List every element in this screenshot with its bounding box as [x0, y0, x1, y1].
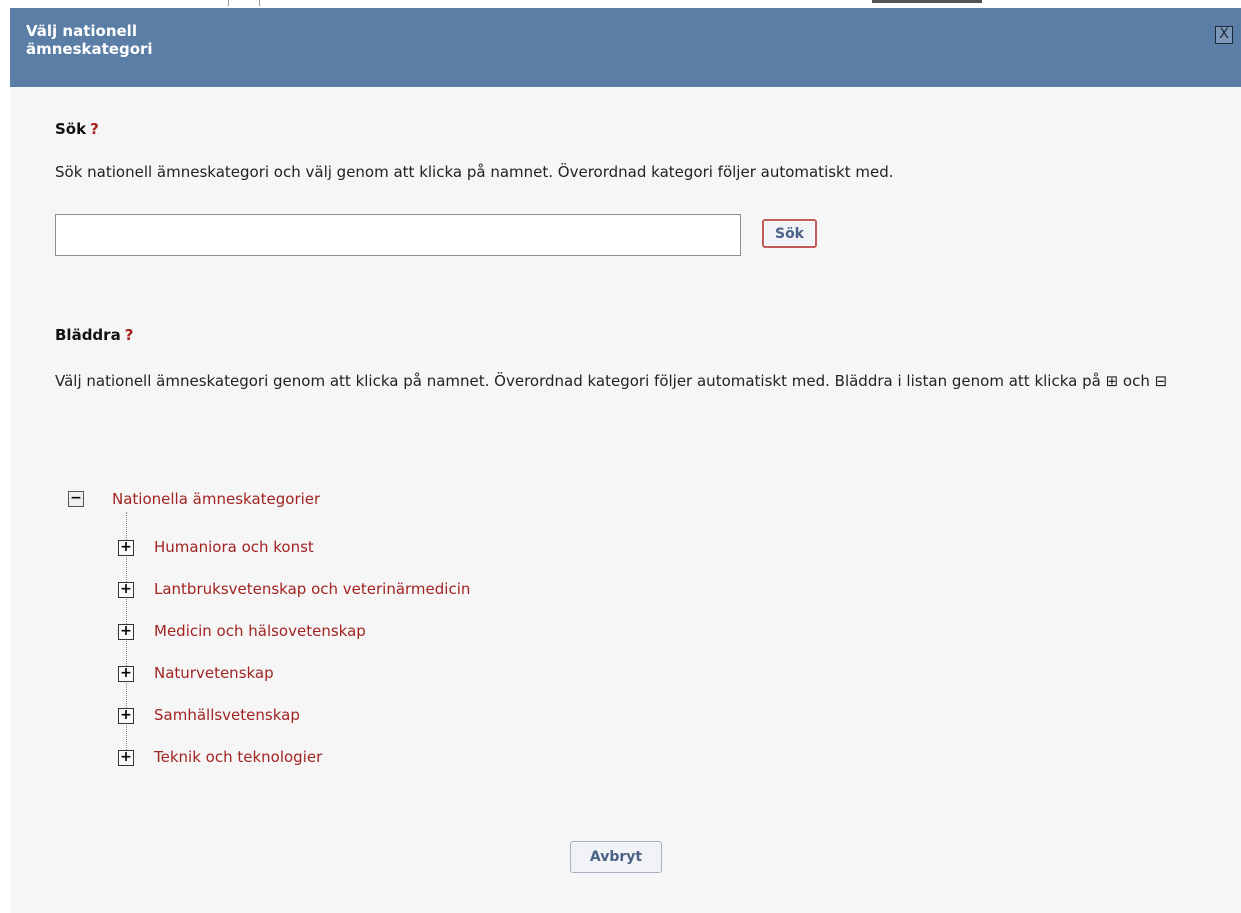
search-button[interactable]: Sök — [762, 219, 817, 248]
tree-item: + Naturvetenskap — [118, 663, 718, 685]
expand-icon[interactable]: + — [118, 750, 134, 766]
close-icon[interactable]: X — [1215, 26, 1233, 44]
search-help-icon[interactable]: ? — [90, 120, 99, 138]
tree-item-link[interactable]: Samhällsvetenskap — [154, 706, 300, 724]
dialog-title: Välj nationell ämneskategori — [26, 22, 153, 58]
tree-item: + Medicin och hälsovetenskap — [118, 621, 718, 643]
tree-root: − Nationella ämneskategorier — [68, 488, 668, 510]
expand-icon[interactable]: + — [118, 666, 134, 682]
search-heading-text: Sök — [55, 120, 87, 138]
background-fragment — [228, 0, 260, 6]
tree-item-link[interactable]: Lantbruksvetenskap och veterinärmedicin — [154, 580, 470, 598]
search-description: Sök nationell ämneskategori och välj gen… — [55, 163, 894, 181]
tree-root-link[interactable]: Nationella ämneskategorier — [112, 490, 320, 508]
cancel-button[interactable]: Avbryt — [570, 841, 662, 873]
tree-item-link[interactable]: Naturvetenskap — [154, 664, 274, 682]
browse-heading-text: Bläddra — [55, 326, 121, 344]
expand-icon[interactable]: + — [118, 624, 134, 640]
category-dialog: Välj nationell ämneskategori X Sök? Sök … — [10, 8, 1241, 913]
collapse-icon[interactable]: − — [68, 491, 84, 507]
expand-icon[interactable]: + — [118, 540, 134, 556]
tree-item-link[interactable]: Teknik och teknologier — [154, 748, 322, 766]
tree-item: + Samhällsvetenskap — [118, 705, 718, 727]
tree-item-link[interactable]: Medicin och hälsovetenskap — [154, 622, 366, 640]
tree-item: + Teknik och teknologier — [118, 747, 718, 769]
expand-icon[interactable]: + — [118, 582, 134, 598]
search-input[interactable] — [55, 214, 741, 256]
tree-item: + Lantbruksvetenskap och veterinärmedici… — [118, 579, 718, 601]
tree-item: + Humaniora och konst — [118, 537, 718, 559]
search-heading: Sök? — [55, 120, 99, 138]
browse-description: Välj nationell ämneskategori genom att k… — [55, 372, 1168, 390]
dialog-titlebar: Välj nationell ämneskategori X — [10, 8, 1241, 87]
expand-icon[interactable]: + — [118, 708, 134, 724]
browse-heading: Bläddra? — [55, 326, 133, 344]
tree-item-link[interactable]: Humaniora och konst — [154, 538, 314, 556]
browse-help-icon[interactable]: ? — [125, 326, 134, 344]
